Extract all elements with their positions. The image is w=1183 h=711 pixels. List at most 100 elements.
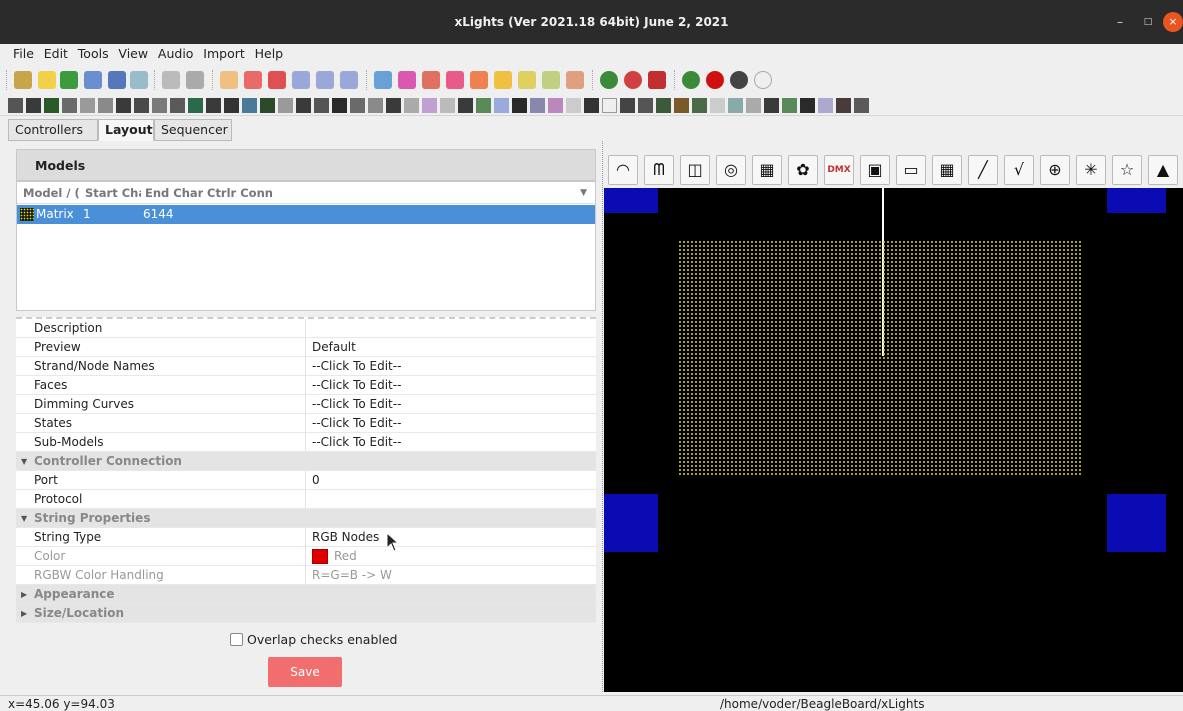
timer-icon[interactable]: [162, 71, 180, 89]
prop-value[interactable]: --Click To Edit--: [312, 357, 401, 376]
effect-icon[interactable]: [62, 98, 77, 113]
effect-icon[interactable]: [530, 98, 545, 113]
effect-icon[interactable]: [332, 98, 347, 113]
star-icon[interactable]: ☆: [1112, 155, 1142, 185]
menu-tools[interactable]: Tools: [75, 44, 112, 64]
tab-sequencer[interactable]: Sequencer: [154, 119, 232, 141]
matrix-model[interactable]: [678, 240, 1082, 476]
effect-icon[interactable]: [206, 98, 221, 113]
effect-icon[interactable]: [728, 98, 743, 113]
category-appearance[interactable]: ▶ Appearance: [16, 585, 596, 604]
effect-icon[interactable]: [584, 98, 599, 113]
maximize-button[interactable]: □: [1138, 12, 1158, 32]
effect-icon[interactable]: [386, 98, 401, 113]
grid-icon[interactable]: [398, 71, 416, 89]
effect-icon[interactable]: [242, 98, 257, 113]
effect-icon[interactable]: [710, 98, 725, 113]
effect-icon[interactable]: [782, 98, 797, 113]
category-string-properties[interactable]: ▼ String Properties: [16, 509, 596, 528]
effect-icon[interactable]: [854, 98, 869, 113]
effect-icon[interactable]: [26, 98, 41, 113]
models-list[interactable]: Model / ( Start Cha End Char Ctrlr Conn …: [16, 181, 596, 311]
expand-triangle-icon[interactable]: ▶: [21, 585, 27, 604]
prop-value[interactable]: --Click To Edit--: [312, 376, 401, 395]
effect-icon[interactable]: [296, 98, 311, 113]
layers-icon[interactable]: [470, 71, 488, 89]
settings-icon[interactable]: [374, 71, 392, 89]
effect-icon[interactable]: [134, 98, 149, 113]
help-icon[interactable]: [682, 71, 700, 89]
image-icon[interactable]: ▣: [860, 155, 890, 185]
save-as-icon[interactable]: [108, 71, 126, 89]
save-button[interactable]: Save: [268, 657, 342, 687]
effect-icon[interactable]: [764, 98, 779, 113]
menu-audio[interactable]: Audio: [155, 44, 197, 64]
effect-icon[interactable]: [836, 98, 851, 113]
replay-icon[interactable]: [340, 71, 358, 89]
starburst-icon[interactable]: ✳: [1076, 155, 1106, 185]
save-icon[interactable]: [84, 71, 102, 89]
prop-protocol[interactable]: Protocol: [16, 490, 596, 509]
icicles-icon[interactable]: ▭: [896, 155, 926, 185]
tab-controllers[interactable]: Controllers: [8, 119, 98, 141]
effect-icon[interactable]: [548, 98, 563, 113]
effect-icon[interactable]: [116, 98, 131, 113]
candy-cane-icon[interactable]: ᗰ: [644, 155, 674, 185]
close-button[interactable]: ×: [1163, 12, 1183, 32]
prop-strand-node-names[interactable]: Strand/Node Names --Click To Edit--: [16, 357, 596, 376]
prop-value[interactable]: --Click To Edit--: [312, 433, 401, 452]
minimize-button[interactable]: –: [1110, 12, 1130, 32]
prop-value[interactable]: --Click To Edit--: [312, 414, 401, 433]
effect-icon[interactable]: [656, 98, 671, 113]
brush-icon[interactable]: [566, 71, 584, 89]
prop-faces[interactable]: Faces --Click To Edit--: [16, 376, 596, 395]
window-frame-icon[interactable]: ◫: [680, 155, 710, 185]
effect-icon[interactable]: [170, 98, 185, 113]
panel-splitter[interactable]: [602, 141, 603, 692]
menu-file[interactable]: File: [10, 44, 37, 64]
menu-view[interactable]: View: [115, 44, 151, 64]
tree-icon[interactable]: ▲: [1148, 155, 1178, 185]
effect-icon[interactable]: [188, 98, 203, 113]
new-sequence-icon[interactable]: [38, 71, 56, 89]
menu-import[interactable]: Import: [200, 44, 248, 64]
effect-icon[interactable]: [152, 98, 167, 113]
tools-icon[interactable]: [518, 71, 536, 89]
tab-layout[interactable]: Layout: [98, 119, 154, 141]
rewind-icon[interactable]: [292, 71, 310, 89]
prop-value[interactable]: 0: [312, 471, 320, 490]
column-model[interactable]: Model / (: [23, 182, 81, 204]
prop-states[interactable]: States --Click To Edit--: [16, 414, 596, 433]
prop-port[interactable]: Port 0: [16, 471, 596, 490]
lightbulb-on-icon[interactable]: [754, 71, 772, 89]
effect-icon[interactable]: [350, 98, 365, 113]
effect-icon[interactable]: [440, 98, 455, 113]
effect-icon[interactable]: [494, 98, 509, 113]
effect-icon[interactable]: [314, 98, 329, 113]
effect-icon[interactable]: [404, 98, 419, 113]
prop-description[interactable]: Description: [16, 319, 596, 338]
stop-icon[interactable]: [268, 71, 286, 89]
effect-icon[interactable]: [674, 98, 689, 113]
prop-dimming-curves[interactable]: Dimming Curves --Click To Edit--: [16, 395, 596, 414]
poly-line-icon[interactable]: √: [1004, 155, 1034, 185]
render-icon[interactable]: [130, 71, 148, 89]
expand-triangle-icon[interactable]: ▼: [21, 509, 27, 528]
effect-icon[interactable]: [422, 98, 437, 113]
effect-icon[interactable]: [98, 98, 113, 113]
effect-icon[interactable]: [746, 98, 761, 113]
quit-icon[interactable]: [648, 71, 666, 89]
prop-string-type[interactable]: String Type RGB Nodes: [16, 528, 596, 547]
effect-icon[interactable]: [8, 98, 23, 113]
effect-icon[interactable]: [692, 98, 707, 113]
category-controller-connection[interactable]: ▼ Controller Connection: [16, 452, 596, 471]
play-icon[interactable]: [220, 71, 238, 89]
star-wreath-icon[interactable]: ✿: [788, 155, 818, 185]
column-end-channel[interactable]: End Char: [145, 182, 203, 204]
effect-icon[interactable]: [476, 98, 491, 113]
effect-icon[interactable]: [602, 98, 617, 113]
arch-icon[interactable]: ◠: [608, 155, 638, 185]
circle-icon[interactable]: ◎: [716, 155, 746, 185]
list-item[interactable]: Matrix 1 6144: [17, 205, 595, 224]
category-size-location[interactable]: ▶ Size/Location: [16, 604, 596, 623]
